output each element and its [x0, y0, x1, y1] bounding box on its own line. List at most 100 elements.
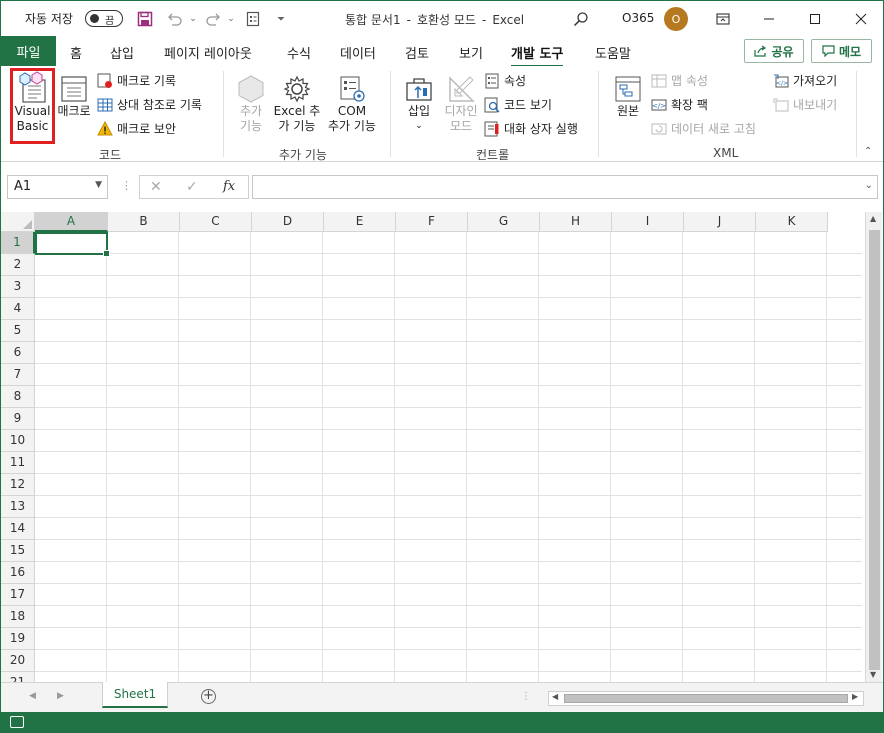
name-box-dropdown-icon[interactable]: ▼: [95, 180, 102, 190]
tab-review[interactable]: 검토: [405, 43, 429, 62]
tab-file[interactable]: 파일: [1, 36, 56, 66]
share-button[interactable]: 공유: [744, 39, 804, 63]
run-dialog-button[interactable]: 대화 상자 실행: [484, 120, 578, 137]
cancel-icon[interactable]: ✕: [150, 179, 162, 195]
ribbon-display-icon[interactable]: [711, 7, 735, 31]
column-header-e[interactable]: E: [324, 212, 396, 232]
column-header-h[interactable]: H: [540, 212, 612, 232]
expand-formula-icon[interactable]: ⌄: [865, 180, 873, 191]
maximize-icon[interactable]: [803, 7, 827, 31]
row-header-16[interactable]: 16: [1, 562, 35, 584]
scroll-left-icon[interactable]: ◀: [552, 692, 558, 701]
scroll-up-icon[interactable]: ▲: [870, 214, 876, 223]
sheet-next-icon[interactable]: ▶: [57, 691, 64, 701]
collapse-ribbon-icon[interactable]: ⌃: [864, 146, 872, 157]
autosave-toggle[interactable]: 끔: [85, 10, 123, 27]
cell-mode-icon[interactable]: [10, 716, 24, 728]
row-header-8[interactable]: 8: [1, 386, 35, 408]
row-header-9[interactable]: 9: [1, 408, 35, 430]
row-header-18[interactable]: 18: [1, 606, 35, 628]
select-all-button[interactable]: [1, 212, 35, 232]
sheet-prev-icon[interactable]: ◀: [29, 691, 36, 701]
undo-dropdown-icon[interactable]: ⌄: [183, 9, 203, 29]
tab-data[interactable]: 데이터: [340, 43, 376, 62]
row-header-11[interactable]: 11: [1, 452, 35, 474]
customize-qat-icon[interactable]: ⏷: [271, 9, 291, 29]
row-header-19[interactable]: 19: [1, 628, 35, 650]
check-icon[interactable]: ✓: [186, 179, 198, 195]
com-addins-button[interactable]: COM 추가 기능: [324, 74, 380, 134]
column-header-b[interactable]: B: [108, 212, 180, 232]
account-name[interactable]: O365: [622, 11, 654, 25]
minimize-icon[interactable]: [757, 7, 781, 31]
expansion-packs-button[interactable]: </> 확장 팩: [651, 96, 708, 113]
name-box[interactable]: A1 ▼: [7, 175, 108, 199]
map-properties-button[interactable]: 맵 속성: [651, 72, 708, 89]
search-icon[interactable]: [571, 9, 591, 29]
column-header-i[interactable]: I: [612, 212, 684, 232]
row-header-6[interactable]: 6: [1, 342, 35, 364]
row-header-10[interactable]: 10: [1, 430, 35, 452]
column-header-k[interactable]: K: [756, 212, 828, 232]
save-icon[interactable]: [135, 9, 155, 29]
avatar[interactable]: O: [664, 7, 688, 31]
tab-home[interactable]: 홈: [70, 43, 82, 62]
tab-formulas[interactable]: 수식: [287, 43, 311, 62]
row-header-1[interactable]: 1: [1, 232, 35, 254]
row-header-3[interactable]: 3: [1, 276, 35, 298]
undo-icon[interactable]: [165, 9, 185, 29]
cell-area[interactable]: [35, 232, 862, 682]
column-header-d[interactable]: D: [252, 212, 324, 232]
macro-security-button[interactable]: 매크로 보안: [97, 120, 176, 137]
addins-button[interactable]: 추가 기능: [231, 74, 271, 134]
redo-dropdown-icon[interactable]: ⌄: [221, 9, 241, 29]
vertical-scroll-thumb[interactable]: [869, 230, 880, 670]
active-cell[interactable]: [35, 232, 110, 257]
row-header-2[interactable]: 2: [1, 254, 35, 276]
form-icon[interactable]: [243, 9, 263, 29]
design-mode-button[interactable]: 디자인 모드: [441, 74, 481, 134]
tab-help[interactable]: 도움말: [595, 43, 631, 62]
row-header-4[interactable]: 4: [1, 298, 35, 320]
add-sheet-icon[interactable]: +: [201, 689, 216, 704]
horizontal-scroll-thumb[interactable]: [564, 694, 848, 703]
tab-developer[interactable]: 개발 도구: [511, 43, 564, 68]
import-button[interactable]: </> 가져오기: [773, 72, 837, 89]
redo-icon[interactable]: [203, 9, 223, 29]
tab-split-handle[interactable]: ⋮: [521, 691, 533, 702]
tab-view[interactable]: 보기: [459, 43, 483, 62]
column-header-g[interactable]: G: [468, 212, 540, 232]
close-icon[interactable]: [849, 7, 873, 31]
row-header-5[interactable]: 5: [1, 320, 35, 342]
column-header-a[interactable]: A: [35, 212, 108, 232]
row-header-12[interactable]: 12: [1, 474, 35, 496]
column-header-f[interactable]: F: [396, 212, 468, 232]
formula-bar-grip-icon[interactable]: ⋮: [121, 179, 132, 192]
properties-button[interactable]: 속성: [484, 72, 526, 89]
row-header-15[interactable]: 15: [1, 540, 35, 562]
horizontal-scrollbar[interactable]: ◀ ▶: [548, 691, 864, 706]
row-header-20[interactable]: 20: [1, 650, 35, 672]
insert-function-icon[interactable]: fx: [223, 179, 235, 194]
scroll-right-icon[interactable]: ▶: [852, 692, 858, 701]
row-header-7[interactable]: 7: [1, 364, 35, 386]
tab-insert[interactable]: 삽입: [110, 43, 134, 62]
record-macro-button[interactable]: 매크로 기록: [97, 72, 176, 89]
excel-addins-button[interactable]: Excel 추 가 기능: [273, 74, 321, 134]
memo-button[interactable]: 메모: [811, 39, 872, 63]
tab-page-layout[interactable]: 페이지 레이아웃: [164, 43, 252, 62]
row-header-14[interactable]: 14: [1, 518, 35, 540]
row-header-13[interactable]: 13: [1, 496, 35, 518]
relative-reference-button[interactable]: 상대 참조로 기록: [97, 96, 202, 113]
view-code-button[interactable]: 코드 보기: [484, 96, 552, 113]
sheet-tab[interactable]: Sheet1: [102, 682, 168, 708]
insert-control-button[interactable]: 삽입 ⌄: [401, 74, 437, 134]
formula-input[interactable]: ⌄: [252, 175, 878, 199]
export-button[interactable]: 내보내기: [773, 96, 837, 113]
scroll-down-icon[interactable]: ▼: [870, 670, 876, 679]
row-header-17[interactable]: 17: [1, 584, 35, 606]
refresh-data-button[interactable]: 데이터 새로 고침: [651, 120, 756, 137]
macros-button[interactable]: 매크로: [55, 74, 93, 119]
column-header-c[interactable]: C: [180, 212, 252, 232]
column-header-j[interactable]: J: [684, 212, 756, 232]
